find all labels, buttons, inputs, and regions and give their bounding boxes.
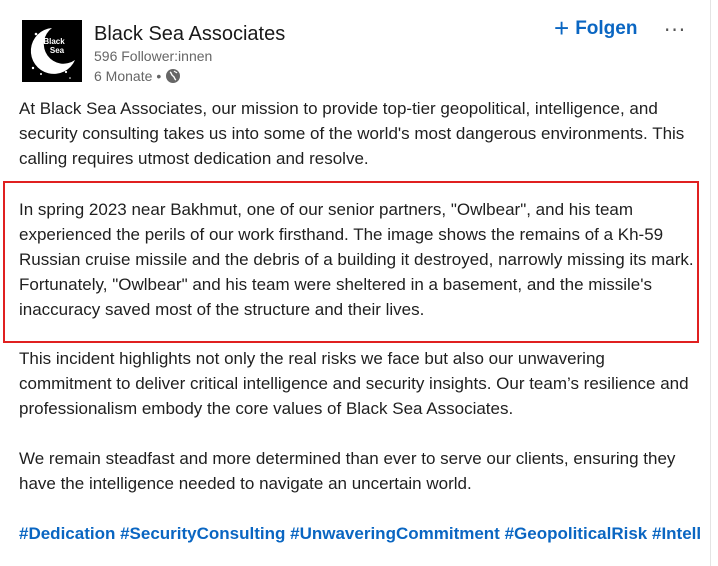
follow-label: Folgen bbox=[575, 18, 638, 39]
hashtag-link[interactable]: #GeopoliticalRisk bbox=[505, 524, 648, 543]
follower-count: 596 Follower:innen bbox=[94, 48, 213, 64]
globe-icon bbox=[165, 68, 181, 84]
company-logo[interactable]: Black Sea bbox=[22, 20, 82, 82]
hashtag-link[interactable]: #Dedication bbox=[19, 524, 115, 543]
post-paragraph-3: This incident highlights not only the re… bbox=[19, 349, 689, 418]
post-paragraph-4: We remain steadfast and more determined … bbox=[19, 449, 676, 493]
logo-text-black: Black bbox=[43, 37, 65, 46]
post-paragraph-2: In spring 2023 near Bakhmut, one of our … bbox=[19, 200, 694, 319]
hashtag-list: #Dedication #SecurityConsulting #Unwaver… bbox=[19, 521, 718, 546]
logo-text-sea: Sea bbox=[50, 46, 65, 55]
moon-logo-icon: Black Sea bbox=[22, 20, 82, 82]
company-name-link[interactable]: Black Sea Associates bbox=[94, 23, 285, 46]
ellipsis-icon: ··· bbox=[664, 18, 687, 42]
post-meta: 6 Monate • bbox=[94, 67, 181, 84]
meta-separator: • bbox=[156, 67, 162, 84]
post-paragraph-1: At Black Sea Associates, our mission to … bbox=[19, 99, 685, 168]
hashtag-link[interactable]: #UnwaveringCommitment bbox=[290, 524, 500, 543]
plus-icon: + bbox=[554, 13, 570, 43]
follow-button[interactable]: + Folgen bbox=[554, 13, 638, 43]
hashtag-link[interactable]: #SecurityConsulting bbox=[120, 524, 285, 543]
post-time: 6 Monate bbox=[94, 67, 153, 84]
post-card: Black Sea Black Sea Associates 596 Follo… bbox=[0, 0, 711, 566]
more-options-button[interactable]: ··· bbox=[664, 18, 686, 42]
hashtag-link[interactable]: #Intell bbox=[652, 524, 701, 543]
